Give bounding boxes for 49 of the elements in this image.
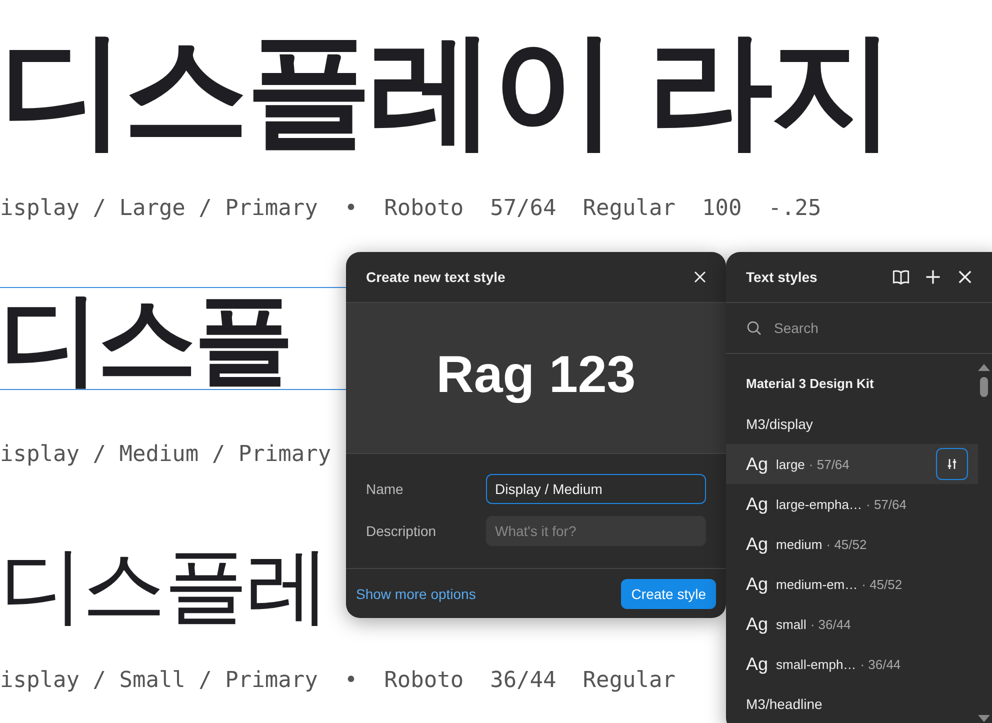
style-item[interactable]: Ag medium-em… · 45/52 [726, 564, 978, 604]
search-field[interactable]: Search [772, 319, 956, 337]
create-style-button[interactable]: Create style [621, 579, 716, 609]
style-spec: · 57/64 [866, 496, 906, 512]
preview-text: Rag 123 [436, 345, 636, 406]
style-item[interactable]: Ag medium · 45/52 [726, 524, 978, 564]
style-name: small [776, 616, 806, 632]
style-preview: Ag [746, 574, 770, 594]
style-preview: Ag [746, 614, 770, 634]
panel-title: Text styles [746, 269, 818, 285]
group-heading[interactable]: M3/headline [726, 684, 978, 723]
close-icon[interactable] [692, 269, 708, 285]
style-name: medium-em… [776, 576, 858, 592]
close-icon[interactable] [956, 268, 974, 286]
more-options-link[interactable]: Show more options [356, 586, 476, 602]
style-item[interactable]: Ag large-empha… · 57/64 [726, 484, 978, 524]
book-icon[interactable] [892, 268, 910, 286]
style-preview: Ag [746, 534, 770, 554]
search-icon [746, 320, 762, 336]
style-spec: · 45/52 [862, 576, 902, 592]
style-spec: · 45/52 [826, 536, 867, 552]
style-preview: Ag [746, 494, 770, 514]
library-heading: Material 3 Design Kit [745, 375, 875, 393]
style-name: large [776, 456, 805, 472]
display-text: 디스플레이 라지 [0, 27, 894, 153]
style-preview: Ag [746, 454, 770, 474]
style-preview: Ag [746, 654, 770, 674]
style-item[interactable]: Ag small · 36/44 [726, 604, 978, 644]
plus-icon[interactable] [924, 268, 942, 286]
style-item[interactable]: Ag small-emph… · 36/44 [726, 644, 978, 684]
style-spec: · 36/44 [810, 616, 851, 632]
style-caption: isplay / Medium / Primary [0, 441, 332, 469]
field-label: Name [366, 481, 404, 497]
display-text: 디스플 [0, 288, 291, 388]
style-caption: isplay / Small / Primary • Roboto 36/44 Regular [0, 667, 676, 695]
group-heading[interactable]: M3/display [726, 404, 978, 444]
style-name: large-empha… [776, 496, 862, 512]
dialog-title: Create new text style [366, 269, 506, 285]
display-text: 디스플레 [0, 543, 328, 627]
style-item[interactable]: Ag large · 57/64 [726, 444, 978, 484]
description-field[interactable]: What's it for? [486, 516, 706, 546]
style-name: small-emph… [776, 656, 856, 672]
field-label: Description [366, 523, 438, 539]
name-field[interactable]: Display / Medium [486, 474, 706, 504]
style-caption: isplay / Large / Primary • Roboto 57/64 Regular 100 -.25 [0, 195, 822, 223]
edit-style-button[interactable] [936, 448, 968, 480]
style-name: medium [776, 536, 822, 552]
style-spec: · 36/44 [860, 656, 901, 672]
style-spec: · 57/64 [808, 456, 850, 472]
